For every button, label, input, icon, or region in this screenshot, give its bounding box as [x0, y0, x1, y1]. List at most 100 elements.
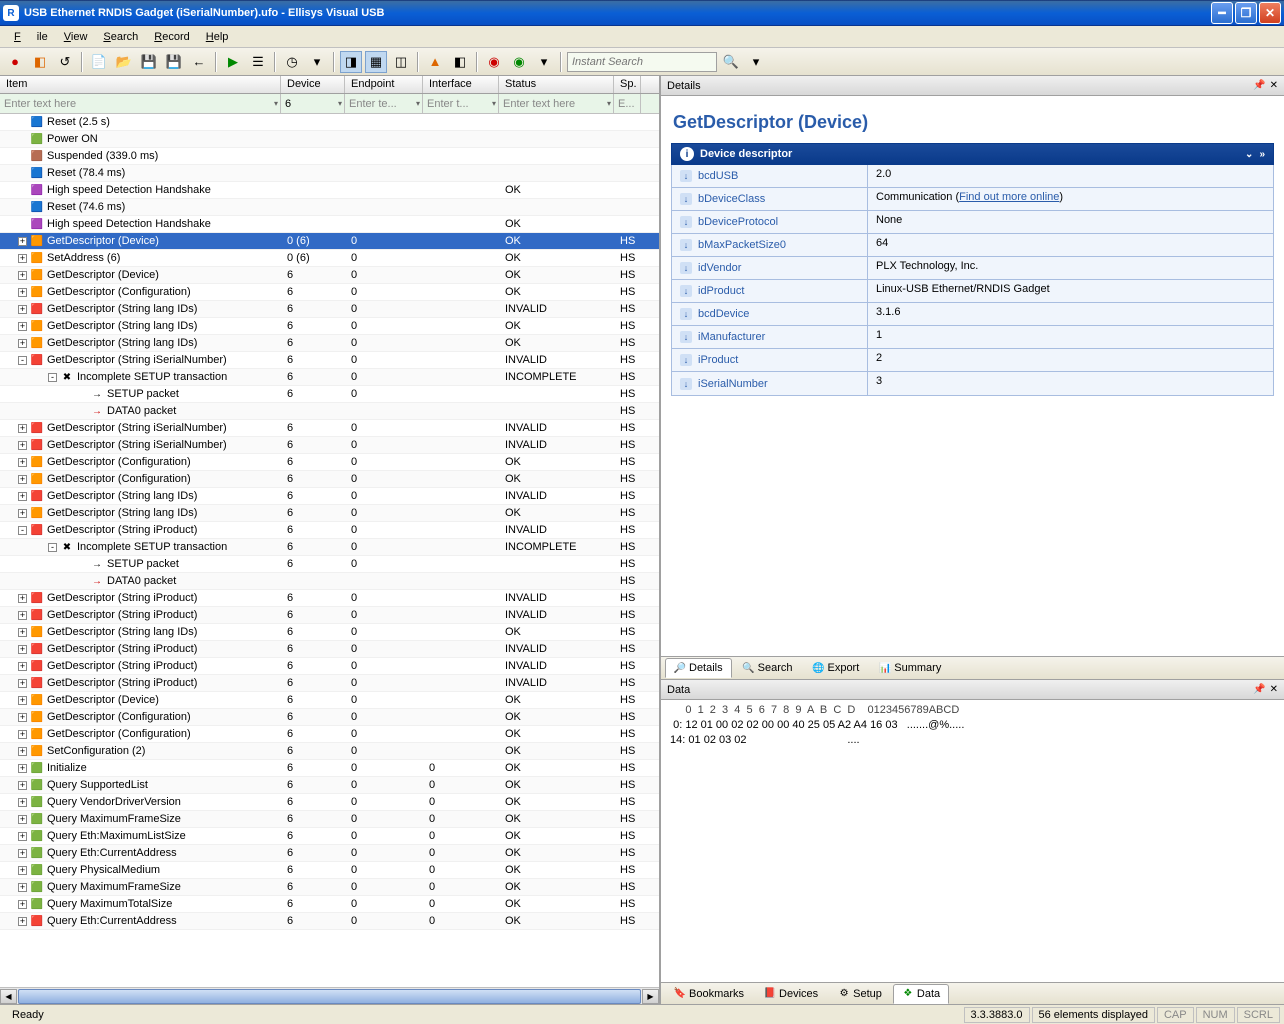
search-icon[interactable]: 🔍 [720, 51, 742, 73]
tab-search[interactable]: 🔍Search [734, 658, 802, 678]
expand-toggle[interactable]: + [18, 424, 27, 433]
descriptor-row[interactable]: iManufacturer1 [672, 326, 1273, 349]
table-row[interactable]: →DATA0 packetHS [0, 573, 659, 590]
table-row[interactable]: +🟥GetDescriptor (String lang IDs)60INVAL… [0, 488, 659, 505]
descriptor-row[interactable]: bcdUSB2.0 [672, 165, 1273, 188]
col-endpoint[interactable]: Endpoint [345, 76, 423, 93]
expand-toggle[interactable]: - [48, 543, 57, 552]
expand-toggle[interactable]: + [18, 339, 27, 348]
expand-toggle[interactable]: + [18, 305, 27, 314]
scroll-thumb[interactable] [18, 989, 641, 1004]
expand-toggle[interactable]: - [48, 373, 57, 382]
table-row[interactable]: +🟥GetDescriptor (String iProduct)60INVAL… [0, 607, 659, 624]
collapse-icon[interactable]: ⌄ [1245, 149, 1253, 160]
pin-icon[interactable]: 📌 [1253, 684, 1265, 695]
time-icon[interactable]: ◷ [281, 51, 303, 73]
view2-icon[interactable]: ▦ [365, 51, 387, 73]
descriptor-row[interactable]: iSerialNumber3 [672, 372, 1273, 395]
table-row[interactable]: 🟩Power ON [0, 131, 659, 148]
expand-toggle[interactable]: + [18, 900, 27, 909]
maximize-button[interactable]: ❐ [1235, 2, 1257, 24]
table-row[interactable]: -✖Incomplete SETUP transaction60INCOMPLE… [0, 369, 659, 386]
filter-interface[interactable]: Enter t... [423, 94, 499, 113]
view1-icon[interactable]: ◨ [340, 51, 362, 73]
expand-toggle[interactable]: + [18, 764, 27, 773]
table-row[interactable]: +🟩Query SupportedList600OKHS [0, 777, 659, 794]
set-red-icon[interactable]: ◉ [483, 51, 505, 73]
table-row[interactable]: +🟩Initialize600OKHS [0, 760, 659, 777]
expand-toggle[interactable]: + [18, 696, 27, 705]
go-icon[interactable]: ▶ [222, 51, 244, 73]
expand-toggle[interactable]: - [18, 526, 27, 535]
menu-search[interactable]: Search [95, 29, 146, 45]
tab-summary[interactable]: 📊Summary [870, 658, 950, 678]
table-row[interactable]: →SETUP packet60HS [0, 556, 659, 573]
table-row[interactable]: +🟥GetDescriptor (String iProduct)60INVAL… [0, 641, 659, 658]
expand-toggle[interactable]: + [18, 492, 27, 501]
table-row[interactable]: +🟧SetAddress (6)0 (6)0OKHS [0, 250, 659, 267]
restart-icon[interactable]: ↺ [54, 51, 76, 73]
table-row[interactable]: +🟧GetDescriptor (Configuration)60OKHS [0, 284, 659, 301]
expand-toggle[interactable]: + [18, 883, 27, 892]
instant-search-input[interactable] [567, 52, 717, 72]
expand-toggle[interactable]: + [18, 237, 27, 246]
filter-icon[interactable]: ▲ [424, 51, 446, 73]
table-row[interactable]: +🟧GetDescriptor (String lang IDs)60OKHS [0, 624, 659, 641]
table-row[interactable]: +🟧GetDescriptor (Device)60OKHS [0, 692, 659, 709]
expand-toggle[interactable]: + [18, 611, 27, 620]
expand-toggle[interactable]: + [18, 662, 27, 671]
expand-toggle[interactable]: + [18, 288, 27, 297]
menu-record[interactable]: Record [146, 29, 197, 45]
hide-icon[interactable]: » [1259, 149, 1265, 160]
open-icon[interactable]: 📂 [113, 51, 135, 73]
col-device[interactable]: Device [281, 76, 345, 93]
col-item[interactable]: Item [0, 76, 281, 93]
table-row[interactable]: +🟧GetDescriptor (Device)60OKHS [0, 267, 659, 284]
table-row[interactable]: +🟩Query PhysicalMedium600OKHS [0, 862, 659, 879]
descriptor-row[interactable]: idVendorPLX Technology, Inc. [672, 257, 1273, 280]
set-grn-icon[interactable]: ◉ [508, 51, 530, 73]
menu-view[interactable]: View [56, 29, 96, 45]
table-row[interactable]: +🟥GetDescriptor (String lang IDs)60INVAL… [0, 301, 659, 318]
table-row[interactable]: +🟩Query Eth:MaximumListSize600OKHS [0, 828, 659, 845]
table-row[interactable]: +🟧GetDescriptor (Device)0 (6)0OKHS [0, 233, 659, 250]
table-row[interactable]: +🟩Query VendorDriverVersion600OKHS [0, 794, 659, 811]
tab-data[interactable]: ❖Data [893, 984, 949, 1004]
list-icon[interactable]: ☰ [247, 51, 269, 73]
table-row[interactable]: 🟫Suspended (339.0 ms) [0, 148, 659, 165]
tab-export[interactable]: 🌐Export [803, 658, 868, 678]
tab-bookmarks[interactable]: 🔖Bookmarks [665, 984, 753, 1004]
table-row[interactable]: +🟥GetDescriptor (String iSerialNumber)60… [0, 437, 659, 454]
descriptor-row[interactable]: bDeviceProtocolNone [672, 211, 1273, 234]
expand-toggle[interactable]: + [18, 645, 27, 654]
more-online-link[interactable]: Find out more online [959, 191, 1059, 203]
expand-toggle[interactable]: - [18, 356, 27, 365]
more-icon[interactable]: ▾ [533, 51, 555, 73]
color-icon[interactable]: ◧ [449, 51, 471, 73]
table-row[interactable]: +🟥GetDescriptor (String iProduct)60INVAL… [0, 658, 659, 675]
descriptor-row[interactable]: iProduct2 [672, 349, 1273, 372]
table-row[interactable]: +🟧GetDescriptor (Configuration)60OKHS [0, 709, 659, 726]
expand-toggle[interactable]: + [18, 781, 27, 790]
descriptor-header[interactable]: i Device descriptor ⌄ » [671, 143, 1274, 165]
descriptor-row[interactable]: bcdDevice3.1.6 [672, 303, 1273, 326]
table-row[interactable]: 🟦Reset (74.6 ms) [0, 199, 659, 216]
table-row[interactable]: +🟥GetDescriptor (String iSerialNumber)60… [0, 420, 659, 437]
table-row[interactable]: +🟩Query MaximumTotalSize600OKHS [0, 896, 659, 913]
table-row[interactable]: +🟩Query MaximumFrameSize600OKHS [0, 879, 659, 896]
table-row[interactable]: +🟥GetDescriptor (String iProduct)60INVAL… [0, 675, 659, 692]
scroll-left-icon[interactable]: ◀ [0, 989, 17, 1004]
table-row[interactable]: →DATA0 packetHS [0, 403, 659, 420]
expand-toggle[interactable]: + [18, 713, 27, 722]
expand-toggle[interactable]: + [18, 441, 27, 450]
table-row[interactable]: +🟧GetDescriptor (String lang IDs)60OKHS [0, 335, 659, 352]
table-row[interactable]: +🟩Query Eth:CurrentAddress600OKHS [0, 845, 659, 862]
new-icon[interactable]: 📄 [88, 51, 110, 73]
expand-toggle[interactable]: + [18, 458, 27, 467]
table-row[interactable]: -🟥GetDescriptor (String iProduct)60INVAL… [0, 522, 659, 539]
table-row[interactable]: 🟦Reset (78.4 ms) [0, 165, 659, 182]
expand-icon[interactable]: ▾ [306, 51, 328, 73]
tab-devices[interactable]: 📕Devices [755, 984, 827, 1004]
table-row[interactable]: 🟪High speed Detection HandshakeOK [0, 216, 659, 233]
expand-toggle[interactable]: + [18, 679, 27, 688]
